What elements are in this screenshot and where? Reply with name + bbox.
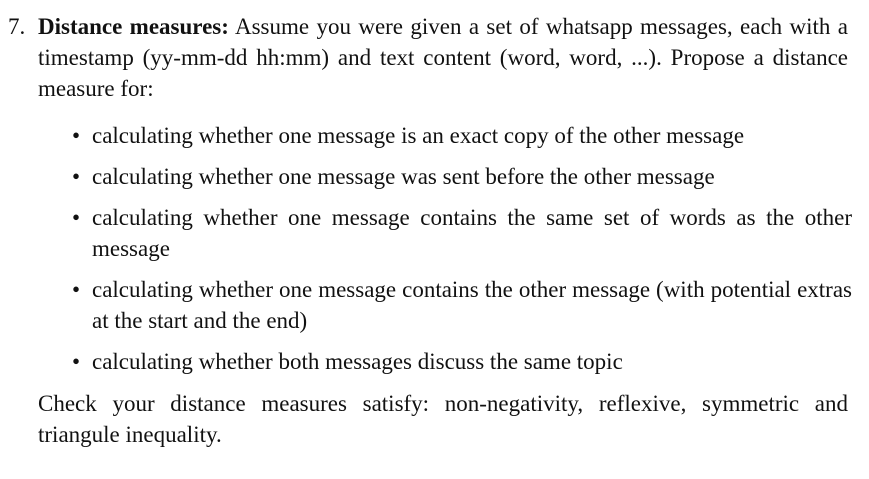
list-item-text: calculating whether one message contains… [92,205,852,261]
question-body: Distance measures: Assume you were given… [38,11,852,450]
list-item: • calculating whether one message contain… [72,202,852,264]
list-item: • calculating whether one message is an e… [72,120,852,151]
bullet-icon: • [72,123,81,148]
list-item: • calculating whether one message contain… [72,274,852,336]
question-intro: Distance measures: Assume you were given… [38,11,848,104]
question-number: 7. [8,14,26,39]
bullet-icon: • [72,277,81,302]
closing-paragraph: Check your distance measures satisfy: no… [38,391,848,447]
distance-task-list: • calculating whether one message is an e… [38,120,852,377]
list-item-text: calculating whether one message was sent… [92,164,715,189]
list-item-text: calculating whether one message contains… [92,277,852,333]
list-item-text: calculating whether one message is an ex… [92,123,745,148]
bullet-icon: • [72,205,81,230]
bullet-icon: • [72,349,81,374]
list-item: • calculating whether one message was sen… [72,161,852,192]
list-item: • calculating whether both messages discu… [72,346,852,377]
question-7: 7. Distance measures: Assume you were gi… [0,11,869,450]
bullet-icon: • [72,164,81,189]
list-item-text: calculating whether both messages discus… [92,349,623,374]
question-heading: Distance measures: [38,14,229,39]
